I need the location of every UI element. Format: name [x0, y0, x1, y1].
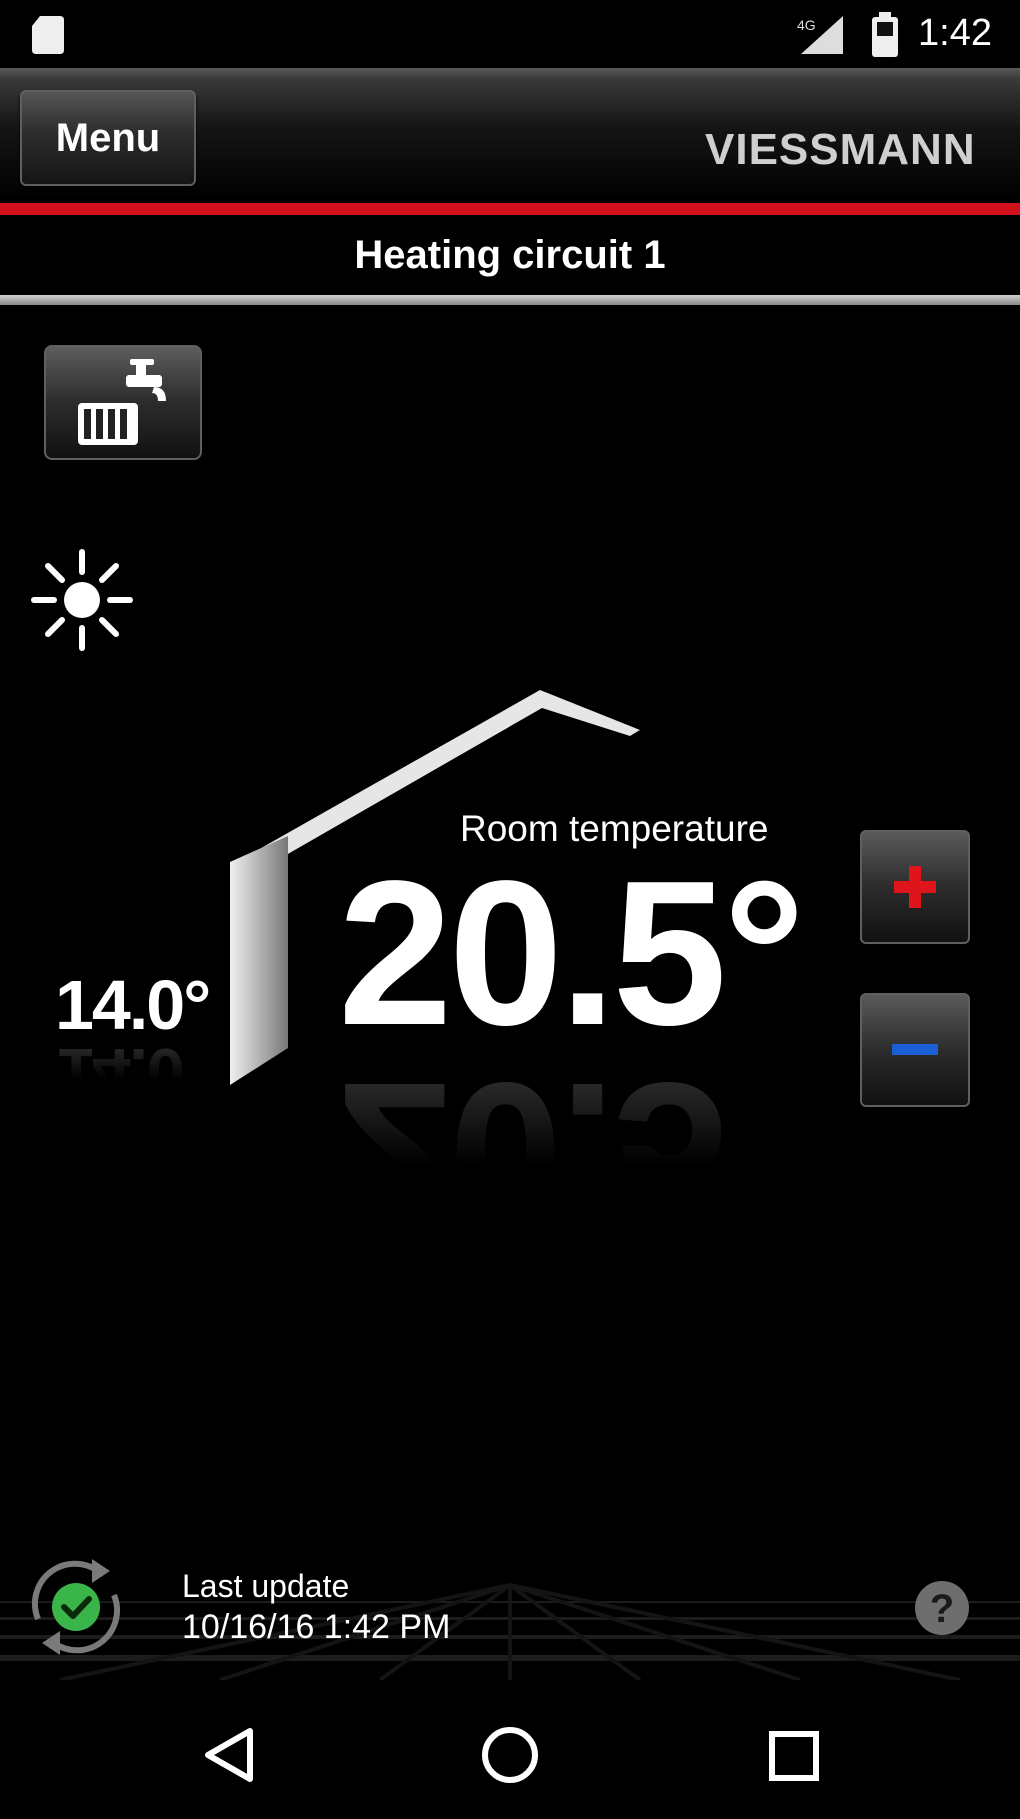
- sync-check-icon[interactable]: [18, 1547, 134, 1667]
- floor-grid-decoration: [0, 1583, 1020, 1680]
- accent-divider: [0, 203, 1020, 215]
- signal-icon: 4G: [797, 16, 843, 54]
- svg-text:VIESSMANN: VIESSMANN: [705, 125, 976, 174]
- minus-icon: [892, 1044, 938, 1055]
- decrease-temperature-button[interactable]: [860, 993, 970, 1107]
- recents-icon[interactable]: [768, 1730, 820, 1782]
- svg-text:4G: 4G: [797, 17, 816, 33]
- room-temperature-reflection: 20.5°: [338, 1040, 802, 1270]
- app-bar: Menu VIESSMANN: [0, 68, 1020, 200]
- svg-text:?: ?: [930, 1587, 954, 1631]
- increase-temperature-button[interactable]: [860, 830, 970, 944]
- status-clock: 1:42: [918, 12, 992, 54]
- sun-icon: [31, 549, 133, 651]
- home-icon[interactable]: [480, 1725, 540, 1785]
- outside-temperature: 14.0°: [55, 966, 211, 1044]
- sd-card-icon: [32, 16, 64, 54]
- radiator-tap-icon: [78, 359, 166, 445]
- back-icon[interactable]: [200, 1725, 260, 1785]
- system-nav-bar: [0, 1680, 1020, 1819]
- last-update-value: 10/16/16 1:42 PM: [182, 1608, 451, 1646]
- last-update-label: Last update: [182, 1568, 350, 1604]
- page-title: Heating circuit 1: [354, 232, 666, 277]
- plus-icon: [894, 866, 936, 908]
- viessmann-logo: VIESSMANN: [705, 125, 976, 174]
- outside-temperature-reflection: 14.0°: [55, 1034, 210, 1112]
- help-icon[interactable]: ?: [912, 1578, 972, 1638]
- battery-icon: [872, 12, 898, 57]
- menu-button[interactable]: Menu: [20, 90, 196, 186]
- title-divider: [0, 295, 1020, 305]
- operating-mode-button[interactable]: [44, 345, 202, 460]
- status-bar: 4G 1:42: [0, 0, 1020, 68]
- room-temperature-value: 20.5°: [338, 838, 805, 1068]
